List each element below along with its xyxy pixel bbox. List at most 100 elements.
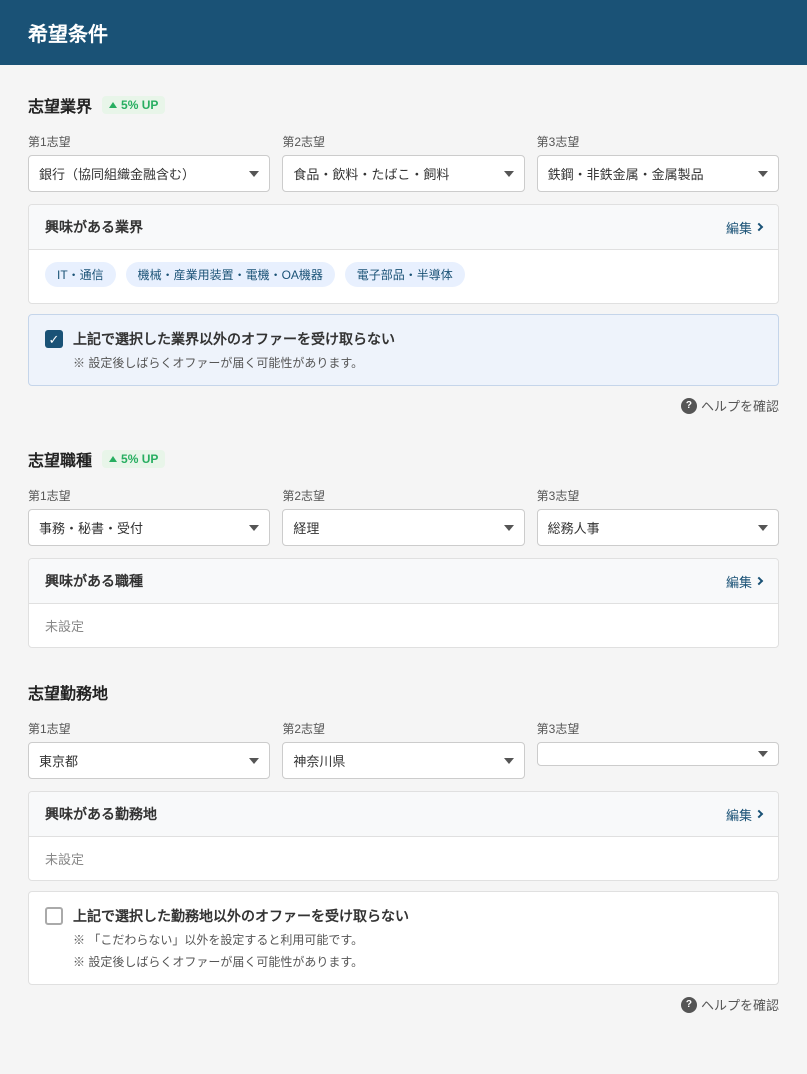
industry-first-choice-group: 第1志望 銀行（協同組織金融含む）	[28, 133, 270, 192]
location-second-value: 神奈川県	[293, 751, 495, 770]
edit-chevron-icon	[755, 223, 763, 231]
location-first-arrow-icon	[249, 758, 259, 764]
interested-job-card-body: 未設定	[29, 604, 778, 647]
interested-job-title: 興味がある職種	[45, 571, 143, 591]
location-second-select[interactable]: 神奈川県	[282, 742, 524, 779]
location-first-label: 第1志望	[28, 720, 270, 737]
page-header: 希望条件	[0, 0, 807, 65]
industry-checkbox-card: ✓ 上記で選択した業界以外のオファーを受け取らない ※ 設定後しばらくオファーが…	[28, 314, 779, 386]
industry-help-link[interactable]: ? ヘルプを確認	[681, 396, 779, 415]
job-third-label: 第3志望	[537, 487, 779, 504]
location-third-choice-group: 第3志望	[537, 720, 779, 779]
checkmark-icon: ✓	[49, 333, 60, 346]
job-first-select[interactable]: 事務・秘書・受付	[28, 509, 270, 546]
industry-choices-row: 第1志望 銀行（協同組織金融含む） 第2志望 食品・飲料・たばこ・飼料 第3志望…	[28, 133, 779, 192]
industry-second-label: 第2志望	[282, 133, 524, 150]
industry-third-value: 鉄鋼・非鉄金属・金属製品	[548, 164, 750, 183]
location-checkbox[interactable]	[45, 907, 63, 925]
job-edit-chevron-icon	[755, 577, 763, 585]
interested-industry-edit-link[interactable]: 編集	[726, 218, 762, 237]
job-first-label: 第1志望	[28, 487, 270, 504]
location-third-select[interactable]	[537, 742, 779, 766]
job-arrow-up-icon	[109, 456, 117, 462]
industry-first-arrow-icon	[249, 171, 259, 177]
page-content: 志望業界 5% UP 第1志望 銀行（協同組織金融含む） 第2志望 食品・飲料・…	[0, 65, 807, 1074]
industry-title: 志望業界	[28, 93, 92, 117]
industry-third-label: 第3志望	[537, 133, 779, 150]
location-title-row: 志望勤務地	[28, 680, 779, 704]
job-third-value: 総務人事	[548, 518, 750, 537]
industry-tag-electronics: 電子部品・半導体	[345, 262, 465, 287]
interested-location-card-header: 興味がある勤務地 編集	[29, 792, 778, 837]
location-checkbox-row[interactable]: 上記で選択した勤務地以外のオファーを受け取らない	[45, 906, 762, 926]
location-title: 志望勤務地	[28, 680, 108, 704]
job-second-value: 経理	[293, 518, 495, 537]
job-title-row: 志望職種 5% UP	[28, 447, 779, 471]
interested-industry-card-body: IT・通信 機械・産業用装置・電機・OA機器 電子部品・半導体	[29, 250, 778, 303]
location-third-label: 第3志望	[537, 720, 779, 737]
job-first-arrow-icon	[249, 525, 259, 531]
job-title: 志望職種	[28, 447, 92, 471]
location-checkbox-card: 上記で選択した勤務地以外のオファーを受け取らない ※ 「こだわらない」以外を設定…	[28, 891, 779, 985]
location-help-link[interactable]: ? ヘルプを確認	[681, 995, 779, 1014]
job-second-label: 第2志望	[282, 487, 524, 504]
industry-second-value: 食品・飲料・たばこ・飼料	[293, 164, 495, 183]
interested-industry-card: 興味がある業界 編集 IT・通信 機械・産業用装置・電機・OA機器 電子部品・半…	[28, 204, 779, 304]
job-third-arrow-icon	[758, 525, 768, 531]
industry-first-value: 銀行（協同組織金融含む）	[39, 164, 241, 183]
interested-job-card: 興味がある職種 編集 未設定	[28, 558, 779, 648]
interested-location-title: 興味がある勤務地	[45, 804, 157, 824]
arrow-up-icon	[109, 102, 117, 108]
industry-second-select[interactable]: 食品・飲料・たばこ・飼料	[282, 155, 524, 192]
interested-industry-title: 興味がある業界	[45, 217, 143, 237]
job-choices-row: 第1志望 事務・秘書・受付 第2志望 経理 第3志望 総務人事	[28, 487, 779, 546]
job-third-choice-group: 第3志望 総務人事	[537, 487, 779, 546]
industry-checkbox-row[interactable]: ✓ 上記で選択した業界以外のオファーを受け取らない	[45, 329, 762, 349]
industry-first-select[interactable]: 銀行（協同組織金融含む）	[28, 155, 270, 192]
location-second-choice-group: 第2志望 神奈川県	[282, 720, 524, 779]
location-first-select[interactable]: 東京都	[28, 742, 270, 779]
industry-third-arrow-icon	[758, 171, 768, 177]
location-first-choice-group: 第1志望 東京都	[28, 720, 270, 779]
industry-section: 志望業界 5% UP 第1志望 銀行（協同組織金融含む） 第2志望 食品・飲料・…	[28, 93, 779, 415]
job-second-arrow-icon	[504, 525, 514, 531]
industry-third-choice-group: 第3志望 鉄鋼・非鉄金属・金属製品	[537, 133, 779, 192]
interested-industry-card-header: 興味がある業界 編集	[29, 205, 778, 250]
job-third-select[interactable]: 総務人事	[537, 509, 779, 546]
location-edit-chevron-icon	[755, 810, 763, 818]
location-choices-row: 第1志望 東京都 第2志望 神奈川県 第3志望	[28, 720, 779, 779]
industry-checkbox-label: 上記で選択した業界以外のオファーを受け取らない	[73, 329, 395, 349]
industry-third-select[interactable]: 鉄鋼・非鉄金属・金属製品	[537, 155, 779, 192]
location-section: 志望勤務地 第1志望 東京都 第2志望 神奈川県 第3志望	[28, 680, 779, 1014]
location-first-value: 東京都	[39, 751, 241, 770]
interested-job-edit-link[interactable]: 編集	[726, 572, 762, 591]
help-icon: ?	[681, 398, 697, 414]
job-first-choice-group: 第1志望 事務・秘書・受付	[28, 487, 270, 546]
industry-second-choice-group: 第2志望 食品・飲料・たばこ・飼料	[282, 133, 524, 192]
industry-title-row: 志望業界 5% UP	[28, 93, 779, 117]
industry-tag-machine: 機械・産業用装置・電機・OA機器	[126, 262, 335, 287]
job-section: 志望職種 5% UP 第1志望 事務・秘書・受付 第2志望 経理	[28, 447, 779, 648]
interested-location-card-body: 未設定	[29, 837, 778, 880]
location-help-row: ? ヘルプを確認	[28, 995, 779, 1014]
interested-location-edit-link[interactable]: 編集	[726, 805, 762, 824]
industry-help-row: ? ヘルプを確認	[28, 396, 779, 415]
industry-checkbox[interactable]: ✓	[45, 330, 63, 348]
page-title: 希望条件	[28, 18, 779, 47]
location-unset-text: 未設定	[45, 852, 84, 867]
industry-badge: 5% UP	[102, 96, 165, 114]
job-first-value: 事務・秘書・受付	[39, 518, 241, 537]
location-checkbox-label: 上記で選択した勤務地以外のオファーを受け取らない	[73, 906, 409, 926]
industry-tag-it: IT・通信	[45, 262, 116, 287]
job-unset-text: 未設定	[45, 619, 84, 634]
industry-second-arrow-icon	[504, 171, 514, 177]
location-second-arrow-icon	[504, 758, 514, 764]
job-second-choice-group: 第2志望 経理	[282, 487, 524, 546]
job-second-select[interactable]: 経理	[282, 509, 524, 546]
location-second-label: 第2志望	[282, 720, 524, 737]
industry-first-label: 第1志望	[28, 133, 270, 150]
interested-location-card: 興味がある勤務地 編集 未設定	[28, 791, 779, 881]
location-third-arrow-icon	[758, 751, 768, 757]
industry-checkbox-note: ※ 設定後しばらくオファーが届く可能性があります。	[73, 354, 762, 371]
location-checkbox-note1: ※ 「こだわらない」以外を設定すると利用可能です。	[73, 931, 762, 948]
